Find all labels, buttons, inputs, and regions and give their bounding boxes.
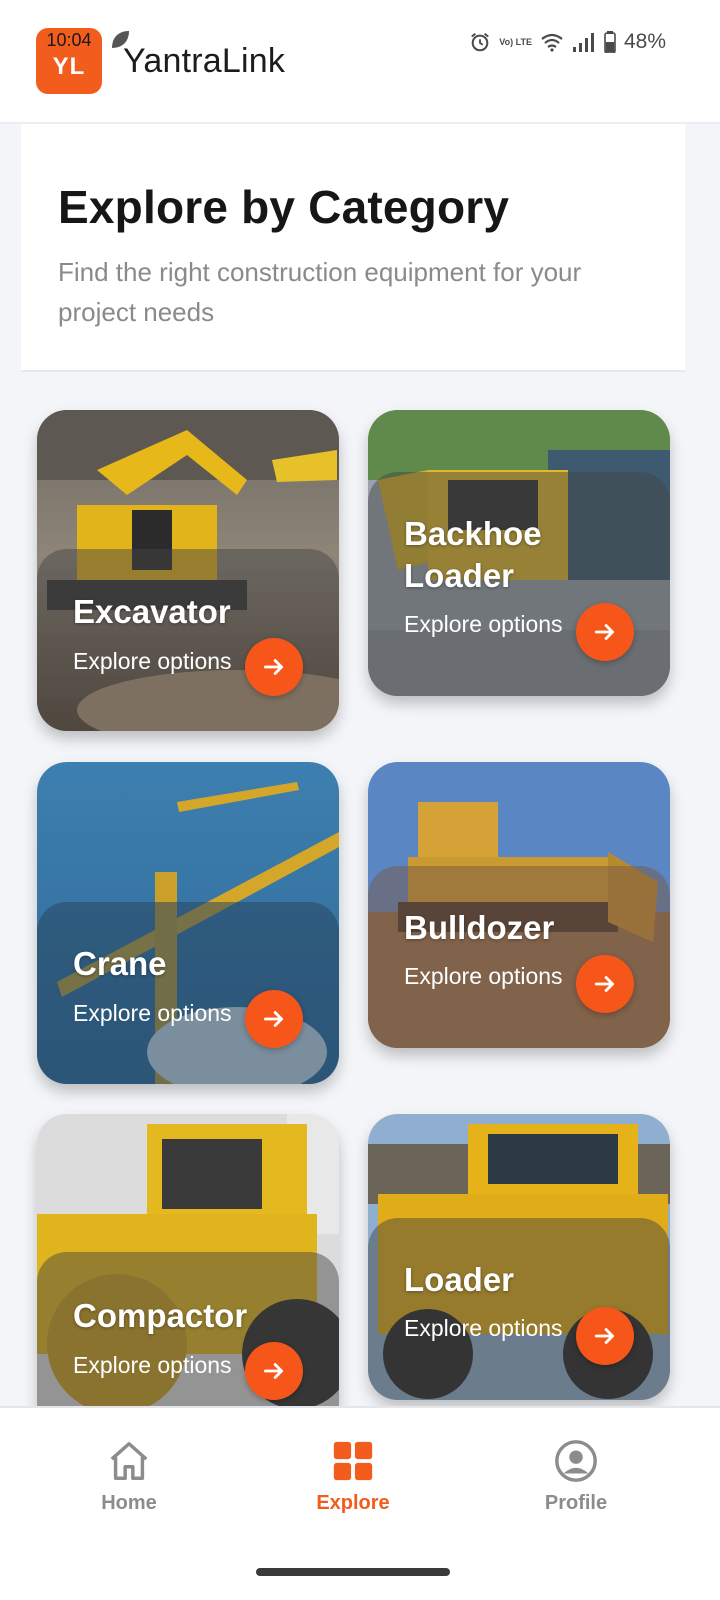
explore-arrow-button[interactable]	[245, 638, 303, 696]
category-card-crane[interactable]: Crane Explore options	[37, 762, 339, 1084]
arrow-right-icon	[263, 659, 283, 675]
category-card-bulldozer[interactable]: Bulldozer Explore options	[368, 762, 670, 1048]
category-subtitle: Explore options	[73, 1000, 232, 1026]
category-title: Backhoe Loader	[404, 515, 542, 594]
category-title: Bulldozer	[404, 909, 555, 946]
nav-explore[interactable]: Explore	[283, 1438, 423, 1515]
card-overlay	[37, 902, 339, 1084]
explore-arrow-button[interactable]	[245, 1342, 303, 1400]
home-icon	[110, 1442, 148, 1480]
category-title: Compactor	[73, 1297, 248, 1334]
nav-home[interactable]: Home	[59, 1438, 199, 1515]
category-title: Crane	[73, 945, 167, 982]
nav-profile-label: Profile	[544, 1492, 608, 1514]
explore-arrow-button[interactable]	[576, 1307, 634, 1365]
category-title: Excavator	[73, 593, 231, 630]
category-title: Loader	[404, 1261, 515, 1298]
category-grid: Excavator Explore options Backhoe Loader…	[0, 0, 720, 1406]
nav-profile[interactable]: Profile	[506, 1438, 646, 1515]
category-subtitle: Explore options	[404, 1315, 563, 1341]
category-card-compactor[interactable]: Compactor Explore options	[37, 1114, 339, 1406]
arrow-right-icon	[263, 1011, 283, 1027]
arrow-right-icon	[594, 1328, 614, 1344]
profile-icon	[555, 1440, 597, 1482]
home-indicator[interactable]	[256, 1568, 450, 1576]
card-overlay	[37, 549, 339, 731]
card-overlay	[368, 866, 670, 1048]
explore-arrow-button[interactable]	[576, 603, 634, 661]
category-subtitle: Explore options	[404, 963, 563, 989]
arrow-right-icon	[263, 1363, 283, 1379]
nav-home-label: Home	[101, 1492, 157, 1514]
category-card-backhoe-loader[interactable]: Backhoe Loader Explore options	[368, 410, 670, 696]
grid-icon	[333, 1441, 373, 1481]
category-subtitle: Explore options	[73, 1352, 232, 1378]
category-subtitle: Explore options	[73, 648, 232, 674]
category-subtitle: Explore options	[404, 611, 563, 637]
card-overlay	[368, 1218, 670, 1400]
category-card-loader[interactable]: Loader Explore options	[368, 1114, 670, 1400]
arrow-right-icon	[594, 976, 614, 992]
category-card-excavator[interactable]: Excavator Explore options	[37, 410, 339, 731]
arrow-right-icon	[594, 624, 614, 640]
explore-arrow-button[interactable]	[245, 990, 303, 1048]
nav-explore-label: Explore	[316, 1492, 390, 1514]
explore-arrow-button[interactable]	[576, 955, 634, 1013]
